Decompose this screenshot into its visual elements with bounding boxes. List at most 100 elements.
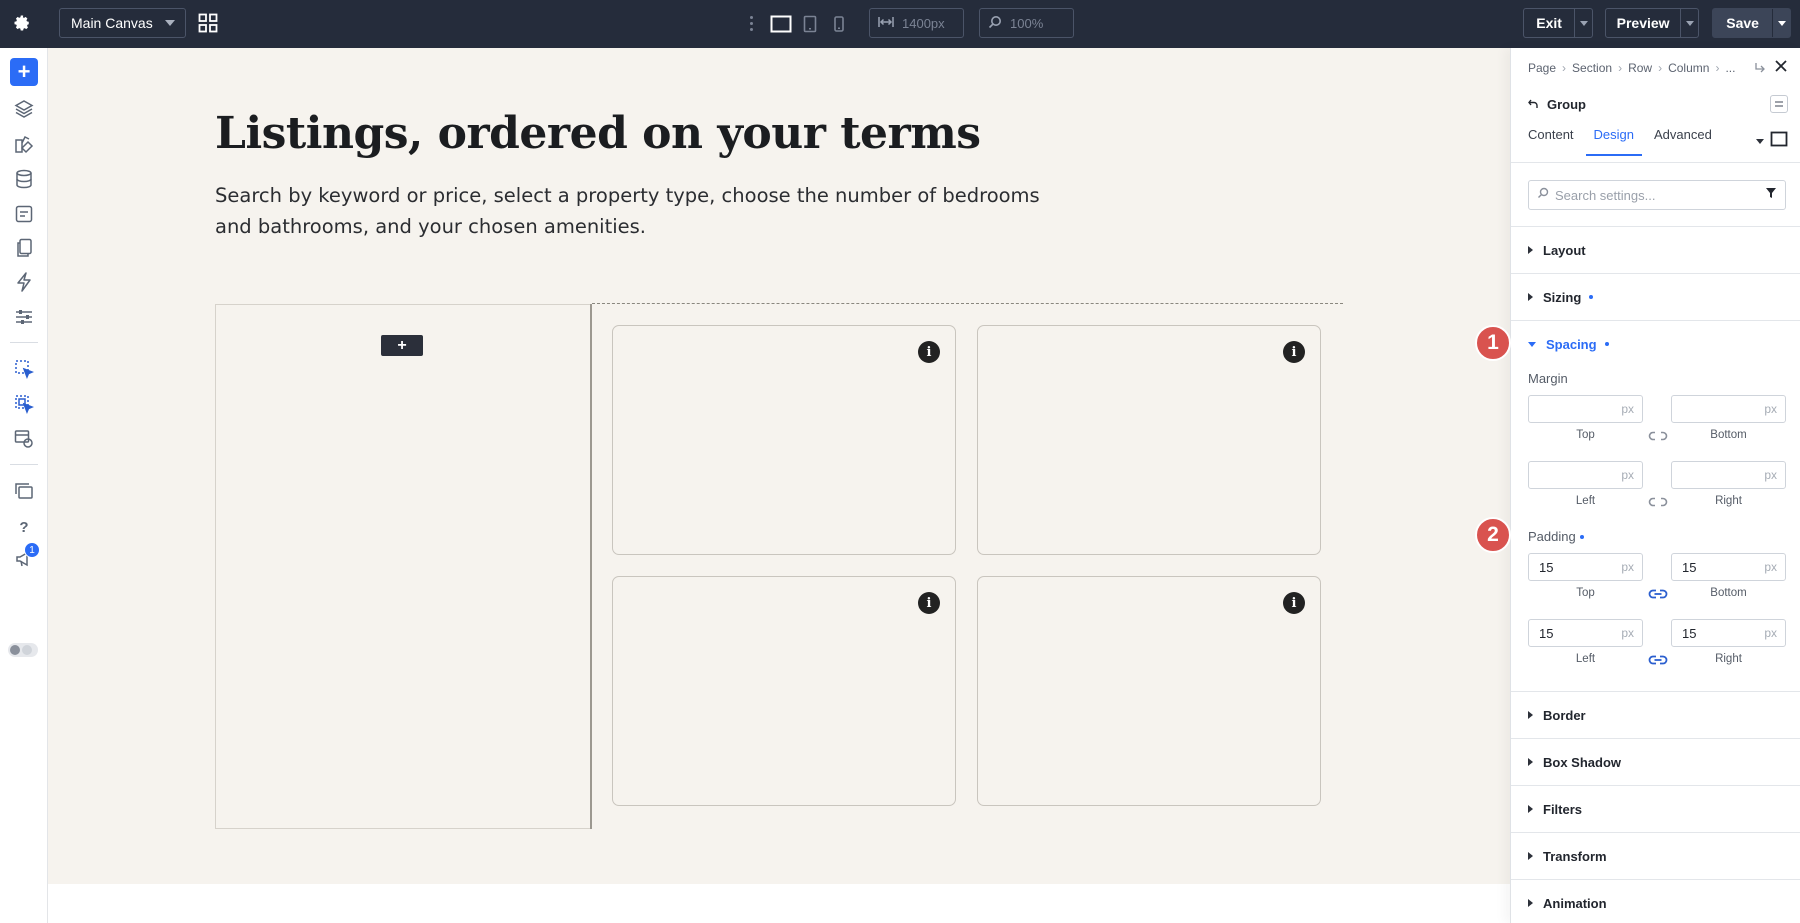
design-palette-icon[interactable] [10, 130, 38, 158]
listing-card[interactable]: i [612, 576, 956, 806]
padding-top-field[interactable]: px [1528, 553, 1643, 581]
margin-top-input[interactable] [1539, 401, 1609, 417]
search-input[interactable] [1555, 187, 1759, 203]
add-element-icon[interactable]: + [10, 58, 38, 86]
filter-column[interactable] [215, 304, 591, 829]
unit-label: px [1764, 402, 1777, 416]
close-icon[interactable] [1774, 59, 1790, 75]
section-sizing[interactable]: Sizing [1511, 273, 1800, 320]
padding-bottom-input[interactable] [1682, 559, 1752, 575]
preview-button[interactable]: Preview [1606, 9, 1680, 37]
padding-top-input[interactable] [1539, 559, 1609, 575]
breadcrumb-column[interactable]: Column [1668, 61, 1709, 75]
info-icon[interactable]: i [918, 341, 940, 363]
padding-right-input[interactable] [1682, 625, 1752, 641]
responsive-preview-icon[interactable] [1770, 131, 1788, 152]
settings-gear-icon[interactable] [8, 9, 36, 37]
save-dropdown-toggle[interactable] [1772, 9, 1790, 37]
info-icon[interactable]: i [1283, 341, 1305, 363]
margin-bottom-field[interactable]: px [1671, 395, 1786, 423]
zoom-field[interactable]: 100% [979, 8, 1074, 38]
listing-card[interactable]: i [612, 325, 956, 555]
step-badge-2: 2 [1475, 517, 1511, 553]
caret-right-icon [1528, 293, 1533, 301]
margin-bottom-input[interactable] [1682, 401, 1752, 417]
margin-left-caption: Left [1575, 495, 1596, 507]
padding-right-caption: Right [1715, 653, 1742, 665]
desktop-view-icon[interactable] [768, 11, 794, 37]
padding-left-field[interactable]: px [1528, 619, 1643, 647]
unit-label: px [1764, 560, 1777, 574]
phone-view-icon[interactable] [826, 11, 852, 37]
library-icon[interactable] [10, 477, 38, 505]
step-badge-1: 1 [1475, 325, 1511, 361]
announcements-icon[interactable]: 1 [10, 542, 40, 573]
unlink-icon[interactable] [1648, 429, 1668, 443]
list-settings-icon[interactable] [10, 303, 38, 331]
breadcrumb-page[interactable]: Page [1528, 61, 1556, 75]
chevron-down-icon[interactable] [1756, 139, 1764, 144]
save-button[interactable]: Save [1713, 9, 1772, 37]
multi-select-icon[interactable] [10, 390, 38, 418]
breadcrumb-more[interactable]: ... [1725, 61, 1735, 75]
margin-right-field[interactable]: px [1671, 461, 1786, 489]
caret-right-icon [1528, 805, 1533, 813]
theme-toggle[interactable] [8, 643, 38, 657]
listing-card[interactable]: i [977, 576, 1321, 806]
exit-dropdown-toggle[interactable] [1574, 9, 1592, 37]
select-element-icon[interactable] [10, 355, 38, 383]
help-icon[interactable]: ? [10, 513, 38, 541]
breadcrumb-section[interactable]: Section [1572, 61, 1612, 75]
margin-right-input[interactable] [1682, 467, 1752, 483]
link-icon[interactable] [1648, 587, 1668, 601]
section-border[interactable]: Border [1511, 691, 1800, 738]
margin-left-input[interactable] [1539, 467, 1609, 483]
pages-icon[interactable] [10, 234, 38, 262]
page-heading[interactable]: Listings, ordered on your terms [215, 108, 981, 159]
canvas-width-field[interactable]: 1400px [869, 8, 964, 38]
padding-left-input[interactable] [1539, 625, 1609, 641]
grid-layout-icon[interactable] [196, 11, 220, 35]
padding-right-field[interactable]: px [1671, 619, 1786, 647]
info-icon[interactable]: i [918, 592, 940, 614]
modified-indicator [1589, 295, 1594, 299]
panel-options-icon[interactable] [1770, 95, 1788, 113]
settings-search [1528, 180, 1786, 210]
preview-dropdown-toggle[interactable] [1680, 9, 1698, 37]
exit-button[interactable]: Exit [1524, 9, 1574, 37]
tab-advanced[interactable]: Advanced [1654, 127, 1712, 156]
caret-right-icon [1528, 758, 1533, 766]
add-module-button[interactable]: + [381, 335, 423, 356]
page-subtext[interactable]: Search by keyword or price, select a pro… [215, 180, 1045, 242]
back-arrow-icon[interactable] [1528, 97, 1539, 112]
padding-left-caption: Left [1575, 653, 1596, 665]
listing-card[interactable]: i [977, 325, 1321, 555]
section-box-shadow[interactable]: Box Shadow [1511, 738, 1800, 785]
section-animation[interactable]: Animation [1511, 879, 1800, 923]
undock-panel-icon[interactable] [1754, 61, 1768, 75]
padding-bottom-field[interactable]: px [1671, 553, 1786, 581]
more-vertical-icon[interactable] [746, 12, 756, 34]
canvas-select[interactable]: Main Canvas [59, 8, 186, 38]
info-icon[interactable]: i [1283, 592, 1305, 614]
filter-icon[interactable] [1765, 186, 1777, 204]
database-icon[interactable] [10, 165, 38, 193]
section-transform[interactable]: Transform [1511, 832, 1800, 879]
tab-content[interactable]: Content [1528, 127, 1574, 156]
margin-top-field[interactable]: px [1528, 395, 1643, 423]
canvas-select-value: Main Canvas [71, 15, 153, 31]
layers-icon[interactable] [10, 95, 38, 123]
lightning-icon[interactable] [10, 268, 38, 296]
section-filters[interactable]: Filters [1511, 785, 1800, 832]
page-settings-icon[interactable] [10, 425, 38, 453]
chevron-down-icon [1685, 20, 1694, 26]
tablet-view-icon[interactable] [797, 11, 823, 37]
template-icon[interactable] [10, 200, 38, 228]
section-layout[interactable]: Layout [1511, 226, 1800, 273]
section-spacing[interactable]: Spacing [1511, 320, 1800, 367]
unlink-icon[interactable] [1648, 495, 1668, 509]
margin-left-field[interactable]: px [1528, 461, 1643, 489]
breadcrumb-row[interactable]: Row [1628, 61, 1652, 75]
link-icon[interactable] [1648, 653, 1668, 667]
tab-design[interactable]: Design [1585, 127, 1643, 156]
